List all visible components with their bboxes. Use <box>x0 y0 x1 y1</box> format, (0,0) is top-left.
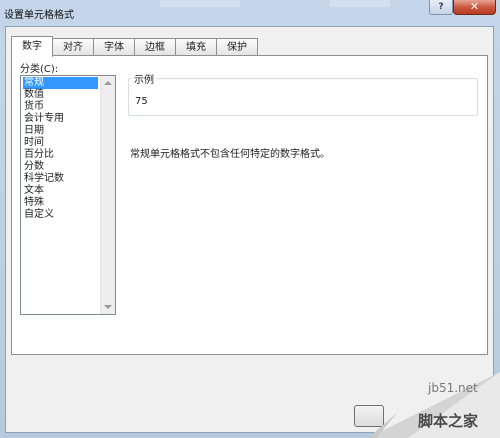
scroll-down-icon[interactable] <box>104 305 112 309</box>
category-item-scientific[interactable]: 科学记数 <box>23 173 98 185</box>
sample-group <box>128 78 478 116</box>
window-title: 设置单元格格式 <box>4 10 74 21</box>
tab-fill[interactable]: 填充 <box>175 38 217 56</box>
scroll-up-icon[interactable] <box>104 81 112 85</box>
watermark-site: jb51.net <box>428 381 478 395</box>
tab-strip: 数字 对齐 字体 边框 填充 保护 <box>11 36 258 57</box>
tab-alignment[interactable]: 对齐 <box>52 38 94 56</box>
help-button[interactable]: ? <box>429 0 453 15</box>
category-item-special[interactable]: 特殊 <box>23 197 98 209</box>
category-item-general[interactable]: 常规 <box>23 77 98 89</box>
tab-font[interactable]: 字体 <box>93 38 135 56</box>
number-tab-panel: 分类(C): 常规 数值 货币 会计专用 日期 时间 百分比 分数 科学记数 文… <box>11 55 488 355</box>
category-item-fraction[interactable]: 分数 <box>23 161 98 173</box>
category-item-text[interactable]: 文本 <box>23 185 98 197</box>
title-bar: 设置单元格格式 ? ✕ <box>0 0 500 26</box>
tab-number[interactable]: 数字 <box>11 36 53 57</box>
help-icon: ? <box>438 2 444 12</box>
category-item-number[interactable]: 数值 <box>23 89 98 101</box>
category-scrollbar[interactable] <box>100 76 115 314</box>
category-item-custom[interactable]: 自定义 <box>23 209 98 221</box>
format-description: 常规单元格格式不包含任何特定的数字格式。 <box>130 149 330 160</box>
watermark-brand: 脚本之家 <box>418 412 479 430</box>
category-item-currency[interactable]: 货币 <box>23 101 98 113</box>
background-window-ghost <box>160 0 240 7</box>
category-item-time[interactable]: 时间 <box>23 137 98 149</box>
tab-protection[interactable]: 保护 <box>216 38 258 56</box>
sample-value: 75 <box>135 96 148 107</box>
tab-border[interactable]: 边框 <box>134 38 176 56</box>
category-item-percentage[interactable]: 百分比 <box>23 149 98 161</box>
close-icon: ✕ <box>469 0 480 13</box>
background-window-ghost <box>330 0 390 7</box>
format-cells-dialog: 设置单元格格式 ? ✕ 数字 对齐 字体 边框 填充 保护 分类(C): 常规 … <box>0 0 500 438</box>
category-label: 分类(C): <box>20 64 59 75</box>
category-list[interactable]: 常规 数值 货币 会计专用 日期 时间 百分比 分数 科学记数 文本 特殊 自定… <box>20 75 116 315</box>
close-button[interactable]: ✕ <box>453 0 496 15</box>
category-item-date[interactable]: 日期 <box>23 125 98 137</box>
category-item-accounting[interactable]: 会计专用 <box>23 113 98 125</box>
sample-legend: 示例 <box>131 71 157 86</box>
